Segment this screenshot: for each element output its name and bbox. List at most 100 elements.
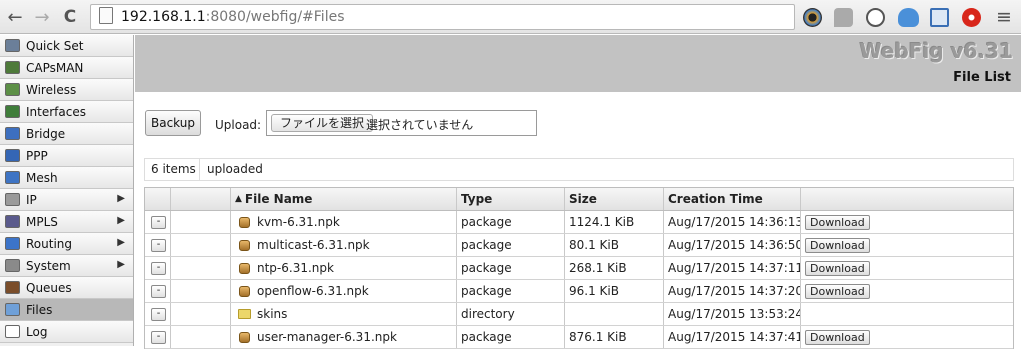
file-name-cell[interactable]: ntp-6.31.npk xyxy=(231,257,457,279)
type-cell: directory xyxy=(457,303,565,325)
file-name: kvm-6.31.npk xyxy=(257,215,340,229)
download-cell: Download xyxy=(801,234,1013,256)
remove-cell: - xyxy=(145,326,171,348)
header-blank xyxy=(145,188,171,210)
creation-time-cell: Aug/17/2015 14:36:50 xyxy=(664,234,801,256)
file-name-cell[interactable]: multicast-6.31.npk xyxy=(231,234,457,256)
size-cell: 96.1 KiB xyxy=(565,280,664,302)
package-icon xyxy=(239,285,250,297)
menu-icon[interactable]: ≡ xyxy=(993,6,1015,28)
file-name: openflow-6.31.npk xyxy=(257,284,369,298)
sidebar-item-label: CAPsMAN xyxy=(26,60,84,75)
creation-time-cell: Aug/17/2015 14:36:13 xyxy=(664,211,801,233)
blank-cell xyxy=(171,234,231,256)
column-file-name[interactable]: ▲ File Name xyxy=(231,188,457,210)
file-name-cell[interactable]: kvm-6.31.npk xyxy=(231,211,457,233)
header-banner: WebFig v6.31 File List xyxy=(135,35,1021,92)
remove-cell: - xyxy=(145,257,171,279)
sidebar-item-label: Log xyxy=(26,324,48,339)
quote-extension-icon[interactable] xyxy=(834,8,853,27)
sidebar-item-ppp[interactable]: PPP xyxy=(0,145,133,167)
routing-icon xyxy=(5,237,20,250)
log-icon xyxy=(5,325,20,338)
sidebar-item-wireless[interactable]: Wireless xyxy=(0,79,133,101)
file-name-cell[interactable]: user-manager-6.31.npk xyxy=(231,326,457,348)
sidebar-item-label: Queues xyxy=(26,280,72,295)
type-cell: package xyxy=(457,257,565,279)
creation-time-cell: Aug/17/2015 14:37:20 xyxy=(664,280,801,302)
sidebar-item-label: Bridge xyxy=(26,126,66,141)
submenu-arrow-icon: ▶ xyxy=(117,259,125,270)
sidebar-item-capsman[interactable]: CAPsMAN xyxy=(0,57,133,79)
download-button[interactable]: Download xyxy=(805,329,870,345)
sidebar-item-label: IP xyxy=(26,192,37,207)
table-row[interactable]: - multicast-6.31.npk package 80.1 KiB Aug/17… xyxy=(145,234,1013,257)
submenu-arrow-icon: ▶ xyxy=(117,193,125,204)
table-row[interactable]: - openflow-6.31.npk package 96.1 KiB Aug/17/… xyxy=(145,280,1013,303)
remove-button[interactable]: - xyxy=(151,307,166,321)
alert-extension-icon[interactable] xyxy=(866,8,885,27)
sidebar-item-mpls[interactable]: MPLS ▶ xyxy=(0,211,133,233)
sidebar-item-label: Files xyxy=(26,302,53,317)
table-row[interactable]: - kvm-6.31.npk package 1124.1 KiB Aug/17/201… xyxy=(145,211,1013,234)
capture-extension-icon[interactable] xyxy=(930,8,949,27)
sidebar-item-ip[interactable]: IP ▶ xyxy=(0,189,133,211)
table-row[interactable]: - skins directory Aug/17/2015 13:53:24 xyxy=(145,303,1013,326)
antenna-icon xyxy=(5,61,20,74)
file-name: user-manager-6.31.npk xyxy=(257,330,397,344)
download-button[interactable]: Download xyxy=(805,237,870,253)
remove-button[interactable]: - xyxy=(151,215,166,229)
wrench-icon xyxy=(5,39,20,52)
mesh-icon xyxy=(5,171,20,184)
gear-icon xyxy=(5,259,20,272)
sidebar-item-system[interactable]: System ▶ xyxy=(0,255,133,277)
remove-button[interactable]: - xyxy=(151,238,166,252)
choose-file-button[interactable]: ファイルを選択 xyxy=(271,114,374,132)
color-extension-icon[interactable] xyxy=(803,8,822,27)
table-header: ▲ File Name Type Size Creation Time xyxy=(145,188,1013,211)
package-icon xyxy=(239,239,250,251)
sidebar-item-label: Quick Set xyxy=(26,38,84,53)
red-extension-icon[interactable] xyxy=(962,8,981,27)
column-label: Creation Time xyxy=(668,192,763,206)
file-name-cell[interactable]: openflow-6.31.npk xyxy=(231,280,457,302)
sidebar-item-quick-set[interactable]: Quick Set xyxy=(0,35,133,57)
sidebar-item-label: Wireless xyxy=(26,82,77,97)
sidebar-item-log[interactable]: Log xyxy=(0,321,133,343)
sidebar-item-interfaces[interactable]: Interfaces xyxy=(0,101,133,123)
sidebar-item-label: System xyxy=(26,258,71,273)
blank-cell xyxy=(171,280,231,302)
forward-arrow-icon[interactable]: → xyxy=(31,6,53,28)
address-bar[interactable]: 192.168.1.1:8080/webfig/#Files xyxy=(90,4,795,30)
file-name-cell[interactable]: skins xyxy=(231,303,457,325)
creation-time-cell: Aug/17/2015 13:53:24 xyxy=(664,303,801,325)
column-label: File Name xyxy=(244,192,313,206)
remove-cell: - xyxy=(145,280,171,302)
remove-button[interactable]: - xyxy=(151,330,166,344)
cloud-icon[interactable] xyxy=(898,8,919,27)
package-icon xyxy=(239,331,250,343)
download-button[interactable]: Download xyxy=(805,214,870,230)
sidebar-item-queues[interactable]: Queues xyxy=(0,277,133,299)
column-size[interactable]: Size xyxy=(565,188,664,210)
remove-cell: - xyxy=(145,211,171,233)
sidebar-item-files[interactable]: Files xyxy=(0,299,133,321)
folder-icon xyxy=(5,303,20,316)
submenu-arrow-icon: ▶ xyxy=(117,237,125,248)
backup-button[interactable]: Backup xyxy=(145,110,201,136)
table-row[interactable]: - ntp-6.31.npk package 268.1 KiB Aug/17/2015… xyxy=(145,257,1013,280)
sidebar-item-bridge[interactable]: Bridge xyxy=(0,123,133,145)
download-button[interactable]: Download xyxy=(805,283,870,299)
sidebar-item-routing[interactable]: Routing ▶ xyxy=(0,233,133,255)
upload-file-input[interactable]: ファイルを選択 選択されていません xyxy=(266,110,537,136)
download-button[interactable]: Download xyxy=(805,260,870,276)
sidebar-item-mesh[interactable]: Mesh xyxy=(0,167,133,189)
reload-icon[interactable]: C xyxy=(59,6,81,28)
remove-button[interactable]: - xyxy=(151,284,166,298)
back-arrow-icon[interactable]: ← xyxy=(4,6,26,28)
column-creation-time[interactable]: Creation Time xyxy=(664,188,801,210)
file-name: skins xyxy=(257,307,288,321)
column-label: Size xyxy=(569,192,597,206)
column-type[interactable]: Type xyxy=(457,188,565,210)
remove-button[interactable]: - xyxy=(151,261,166,275)
